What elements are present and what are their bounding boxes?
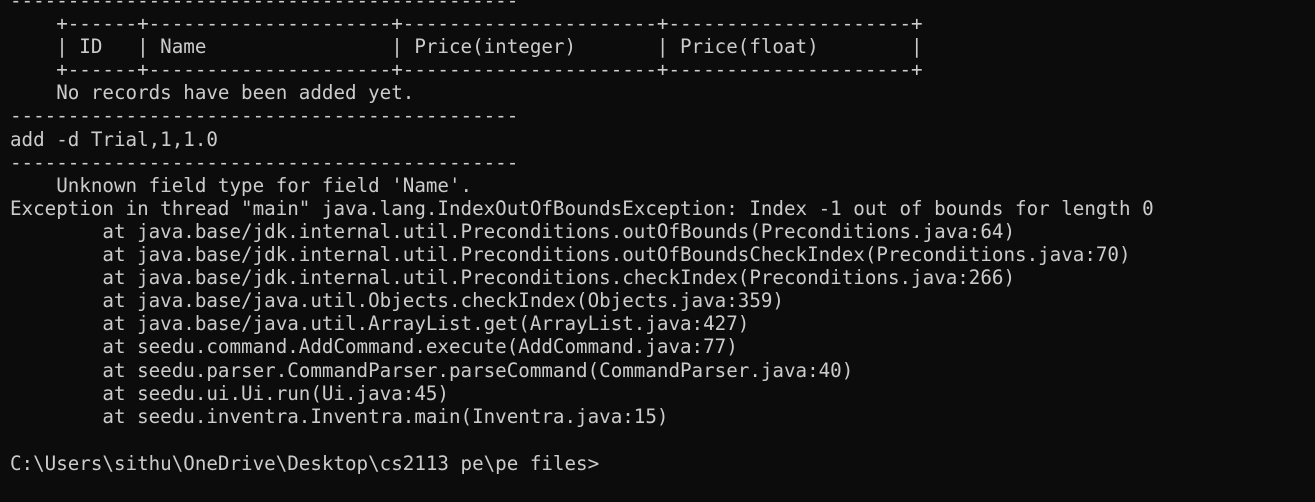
error-message: Unknown field type for field 'Name'. bbox=[10, 173, 473, 197]
table-border-top: +------+---------------------+----------… bbox=[10, 12, 923, 36]
separator-line: ----------------------------------------… bbox=[10, 150, 519, 174]
command-prompt[interactable]: C:\Users\sithu\OneDrive\Desktop\cs2113 p… bbox=[10, 451, 1315, 475]
stack-trace-line: at seedu.command.AddCommand.execute(AddC… bbox=[10, 335, 738, 359]
separator-line: ----------------------------------------… bbox=[10, 0, 519, 12]
stack-trace-line: at seedu.ui.Ui.run(Ui.java:45) bbox=[10, 381, 449, 405]
stack-trace-line: at seedu.inventra.Inventra.main(Inventra… bbox=[10, 404, 669, 428]
separator-line: ----------------------------------------… bbox=[10, 104, 519, 128]
stack-trace-line: at java.base/java.util.ArrayList.get(Arr… bbox=[10, 312, 750, 336]
table-border-bottom: +------+---------------------+----------… bbox=[10, 58, 923, 82]
stack-trace-line: at java.base/jdk.internal.util.Precondit… bbox=[10, 266, 1016, 290]
stack-trace-line: at java.base/java.util.Objects.checkInde… bbox=[10, 289, 784, 313]
user-command-line: add -d Trial,1,1.0 bbox=[10, 127, 218, 151]
exception-header: Exception in thread "main" java.lang.Ind… bbox=[10, 196, 1154, 220]
prompt-path: C:\Users\sithu\OneDrive\Desktop\cs2113 p… bbox=[10, 451, 600, 475]
stack-trace-line: at seedu.parser.CommandParser.parseComma… bbox=[10, 358, 854, 382]
stack-trace-line: at java.base/jdk.internal.util.Precondit… bbox=[10, 219, 1016, 243]
no-records-message: No records have been added yet. bbox=[10, 81, 415, 105]
stack-trace-line: at java.base/jdk.internal.util.Precondit… bbox=[10, 243, 1131, 267]
terminal-window[interactable]: ----------------------------------------… bbox=[0, 0, 1315, 502]
table-header-row: | ID | Name | Price(integer) | Price(flo… bbox=[10, 35, 923, 59]
